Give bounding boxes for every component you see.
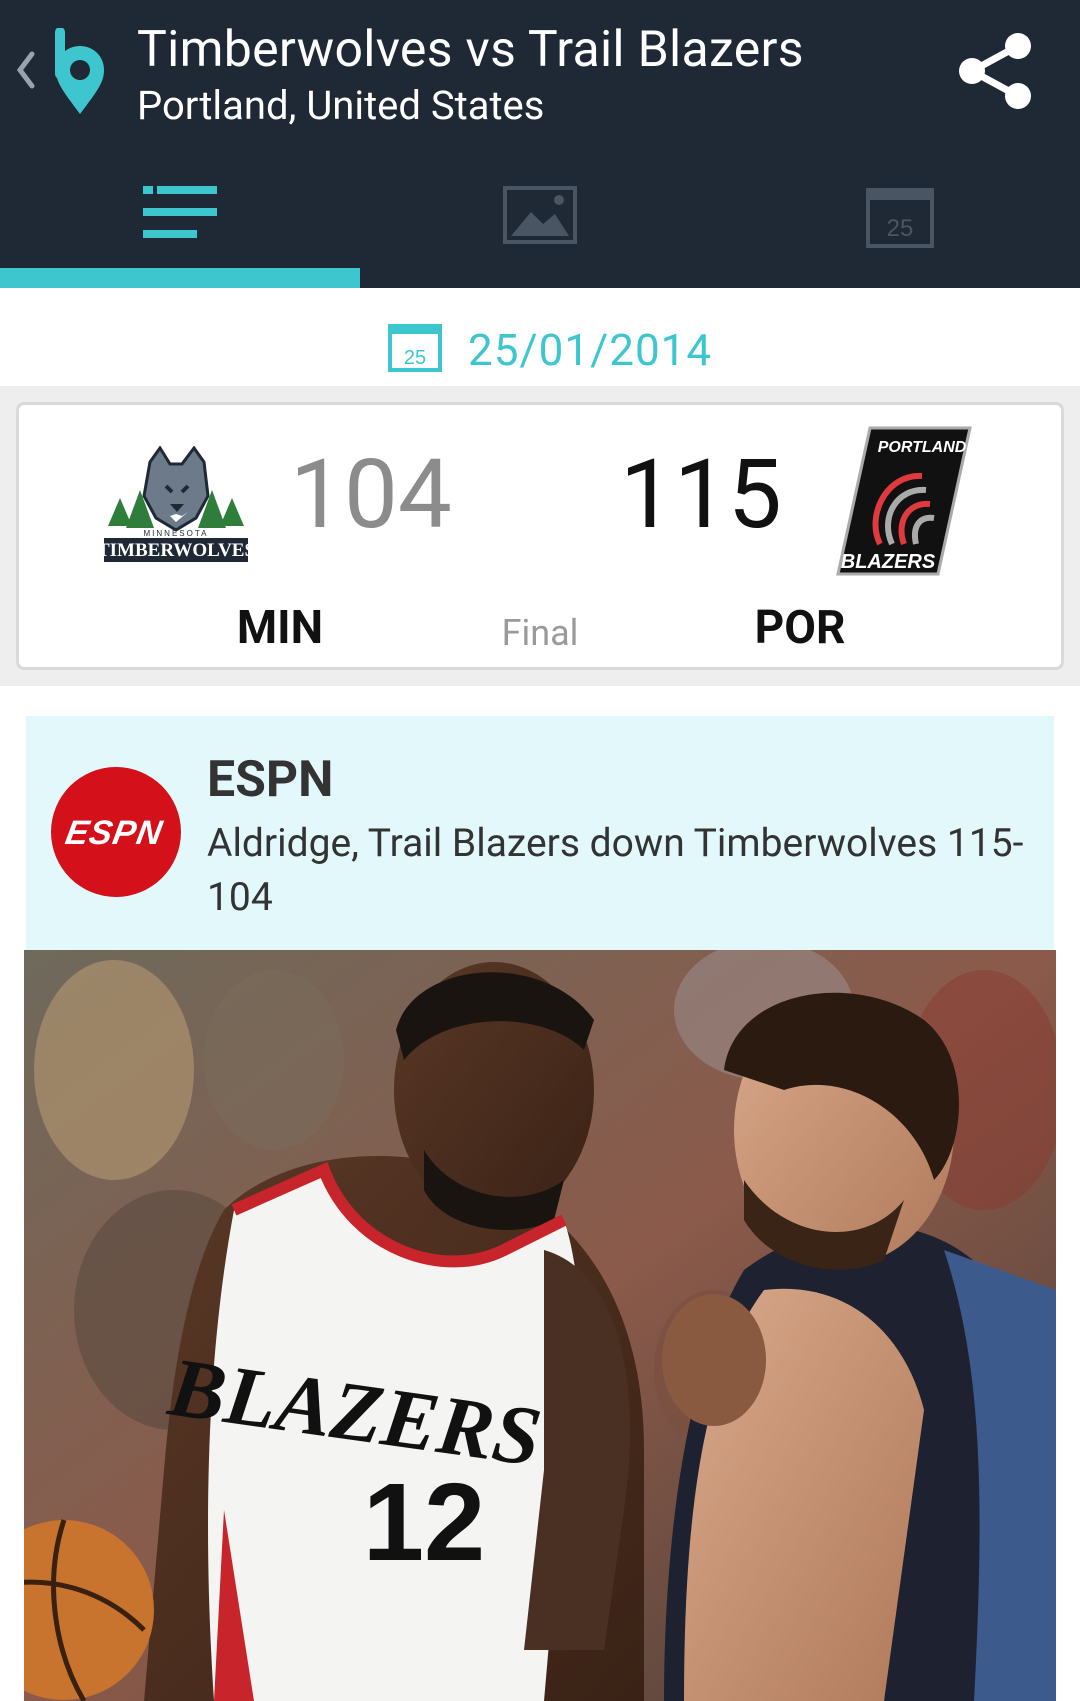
game-status: Final (501, 612, 579, 654)
news-source: ESPN (207, 751, 334, 809)
back-chevron-icon[interactable] (10, 40, 40, 100)
share-icon[interactable] (956, 30, 1036, 112)
blazers-logo-top: PORTLAND (878, 439, 967, 456)
jersey-number: 12 (363, 1461, 485, 1584)
blazers-logo: PORTLAND BLAZERS (836, 426, 972, 576)
date-calendar-icon: 25 (388, 324, 442, 372)
espn-logo: ESPN (51, 767, 181, 897)
image-icon (503, 186, 577, 244)
news-photo[interactable]: BLAZERS 12 (24, 950, 1056, 1701)
game-date: 25/01/2014 (468, 324, 713, 376)
calendar-day-label: 25 (887, 215, 914, 242)
away-team-abbr: MIN (236, 601, 324, 655)
away-score: 104 (290, 439, 452, 551)
tab-photos[interactable] (360, 142, 720, 288)
calendar-icon: 25 (866, 188, 934, 248)
app-logo-icon[interactable] (52, 28, 108, 114)
blazers-logo-name: BLAZERS (841, 551, 936, 573)
app-bar: Timberwolves vs Trail Blazers Portland, … (0, 0, 1080, 142)
timberwolves-logo-name: TIMBERWOLVES (100, 540, 252, 561)
tab-details[interactable] (0, 142, 360, 288)
news-headline[interactable]: Aldridge, Trail Blazers down Timberwolve… (207, 816, 1027, 924)
timberwolves-logo: MINNESOTA TIMBERWOLVES (100, 446, 252, 562)
tab-calendar[interactable]: 25 (720, 142, 1080, 288)
date-row: 25 25/01/2014 (0, 288, 1080, 386)
espn-logo-text: ESPN (63, 814, 166, 852)
timberwolves-logo-top: MINNESOTA (144, 529, 209, 538)
tab-bar: 25 (0, 142, 1080, 288)
tab-indicator (0, 268, 360, 288)
date-icon-day: 25 (404, 347, 426, 369)
page-subtitle: Portland, United States (137, 82, 545, 129)
home-team-abbr: POR (754, 601, 846, 655)
page-title: Timberwolves vs Trail Blazers (137, 21, 804, 79)
list-icon (143, 186, 217, 238)
home-score: 115 (620, 439, 782, 551)
